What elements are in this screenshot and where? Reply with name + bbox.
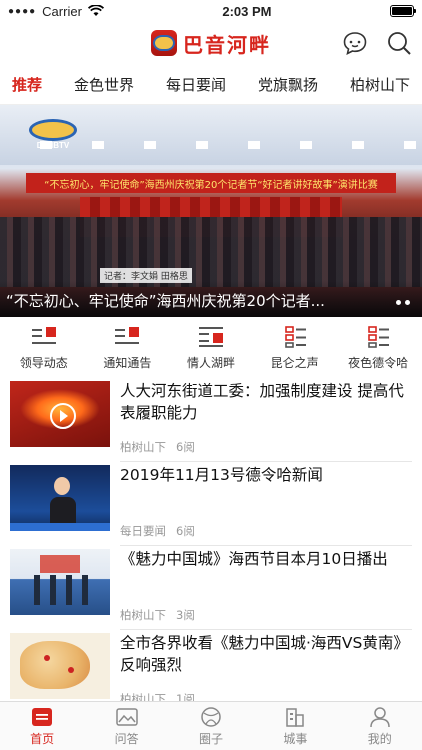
grid-list-icon xyxy=(284,325,306,348)
news-channel: 柏树山下 xyxy=(120,440,166,454)
news-meta: 柏树山下 6阅 xyxy=(120,439,195,455)
tab-baishu-mountain[interactable]: 柏树山下 xyxy=(350,74,410,95)
news-title: 2019年11月13号德令哈新闻 xyxy=(120,466,323,484)
news-body: 人大河东街道工委：加强制度建设 提高代表履职能力 柏树山下 6阅 xyxy=(120,378,412,462)
chat-icon[interactable] xyxy=(342,30,368,56)
battery-icon xyxy=(389,5,416,17)
tab-party-flag[interactable]: 党旗飘扬 xyxy=(258,74,318,95)
play-icon xyxy=(50,403,76,429)
news-views: 6阅 xyxy=(176,524,195,538)
logo-badge-icon xyxy=(151,30,177,56)
list-icon xyxy=(31,326,56,344)
news-body: 2019年11月13号德令哈新闻 每日要闻 6阅 xyxy=(120,462,412,546)
tabbar-label: 首页 xyxy=(30,731,55,746)
status-bar: ●●●● Carrier 2:03 PM xyxy=(0,0,422,22)
news-title: 人大河东街道工委：加强制度建设 提高代表履职能力 xyxy=(120,382,404,422)
news-thumbnail xyxy=(10,633,110,699)
quick-link-label: 情人湖畔 xyxy=(186,355,235,370)
news-channel: 柏树山下 xyxy=(120,608,166,622)
header-actions xyxy=(342,30,412,56)
news-views: 3阅 xyxy=(176,608,195,622)
status-time: 2:03 PM xyxy=(222,3,272,19)
list-icon xyxy=(115,326,140,344)
news-meta: 柏树山下 3阅 xyxy=(120,607,195,623)
tabbar-label: 城事 xyxy=(283,731,308,746)
quick-link-notices[interactable]: 通知通告 xyxy=(86,326,170,371)
tabbar-qa[interactable]: 问答 xyxy=(92,706,162,747)
wifi-icon xyxy=(87,5,104,16)
tab-daily-news[interactable]: 每日要闻 xyxy=(166,74,226,95)
quick-links: 领导动态 通知通告 情人湖畔 昆仑之声 夜色德令哈 xyxy=(0,317,422,379)
search-icon[interactable] xyxy=(386,30,412,56)
bottom-tab-bar: 首页 问答 圈子 城事 我的 xyxy=(0,701,422,750)
quick-link-delingha-night[interactable]: 夜色德令哈 xyxy=(336,325,420,371)
circle-icon xyxy=(201,706,221,727)
news-views: 6阅 xyxy=(176,440,195,454)
tabbar-city[interactable]: 城事 xyxy=(260,706,330,747)
app-logo: 巴音河畔 xyxy=(151,29,271,58)
banner-carousel[interactable]: DLHBTV “不忘初心，牢记使命”海西州庆祝第20个记者节“好记者讲好故事”演… xyxy=(0,105,422,317)
tab-recommend[interactable]: 推荐 xyxy=(12,74,42,95)
user-icon xyxy=(370,706,390,727)
carousel-pager[interactable] xyxy=(396,300,410,305)
quick-link-label: 领导动态 xyxy=(19,355,68,370)
home-icon xyxy=(32,707,53,726)
news-item[interactable]: 2019年11月13号德令哈新闻 每日要闻 6阅 xyxy=(0,462,422,546)
banner-title[interactable]: “不忘初心、牢记使命”海西州庆祝第20个记者... xyxy=(6,290,382,311)
tabbar-me[interactable]: 我的 xyxy=(345,706,415,747)
layout-icon xyxy=(198,326,223,347)
carrier-label: Carrier xyxy=(42,3,82,19)
tabbar-home[interactable]: 首页 xyxy=(7,706,77,747)
news-body: 《魅力中国城》海西节目本月10日播出 柏树山下 3阅 xyxy=(120,546,412,630)
building-icon xyxy=(286,707,305,727)
status-left: ●●●● Carrier xyxy=(8,4,104,19)
quick-link-leader-news[interactable]: 领导动态 xyxy=(2,326,86,371)
news-thumbnail xyxy=(10,549,110,615)
app-header: 巴音河畔 xyxy=(0,22,422,64)
quick-link-lovers-lake[interactable]: 情人湖畔 xyxy=(169,326,253,371)
tabbar-circle[interactable]: 圈子 xyxy=(176,706,246,747)
audience xyxy=(0,217,422,287)
quick-link-label: 通知通告 xyxy=(103,355,152,370)
news-title: 《魅力中国城》海西节目本月10日播出 xyxy=(120,550,388,568)
news-item[interactable]: 人大河东街道工委：加强制度建设 提高代表履职能力 柏树山下 6阅 xyxy=(0,378,422,462)
channel-logo-text: DLHBTV xyxy=(36,141,70,150)
tabbar-label: 问答 xyxy=(114,731,139,746)
news-thumbnail xyxy=(10,465,110,531)
grid-list-icon xyxy=(368,325,390,348)
quick-link-kunlun-voice[interactable]: 昆仑之声 xyxy=(253,325,337,371)
tabbar-label: 圈子 xyxy=(198,731,223,746)
news-meta: 每日要闻 6阅 xyxy=(120,523,195,539)
quick-link-label: 昆仑之声 xyxy=(270,355,319,370)
news-title: 全市各界收看《魅力中国城·海西VS黄南》反响强烈 xyxy=(120,634,409,674)
news-list: 人大河东街道工委：加强制度建设 提高代表履职能力 柏树山下 6阅 2019年11月… xyxy=(0,378,422,714)
channel-logo: DLHBTV xyxy=(28,119,78,153)
news-channel: 每日要闻 xyxy=(120,524,166,538)
news-item[interactable]: 《魅力中国城》海西节目本月10日播出 柏树山下 3阅 xyxy=(0,546,422,630)
news-thumbnail xyxy=(10,381,110,447)
quick-link-label: 夜色德令哈 xyxy=(348,355,409,370)
signal-icon: ●●●● xyxy=(8,5,37,17)
image-icon xyxy=(115,707,138,726)
category-tabs: 推荐 金色世界 每日要闻 党旗飘扬 柏树山下 xyxy=(0,64,422,105)
stage-banner-text: “不忘初心，牢记使命”海西州庆祝第20个记者节“好记者讲好故事”演讲比赛 xyxy=(44,180,378,190)
tabbar-label: 我的 xyxy=(367,731,392,746)
app-name: 巴音河畔 xyxy=(183,32,271,57)
tab-golden-world[interactable]: 金色世界 xyxy=(74,74,134,95)
